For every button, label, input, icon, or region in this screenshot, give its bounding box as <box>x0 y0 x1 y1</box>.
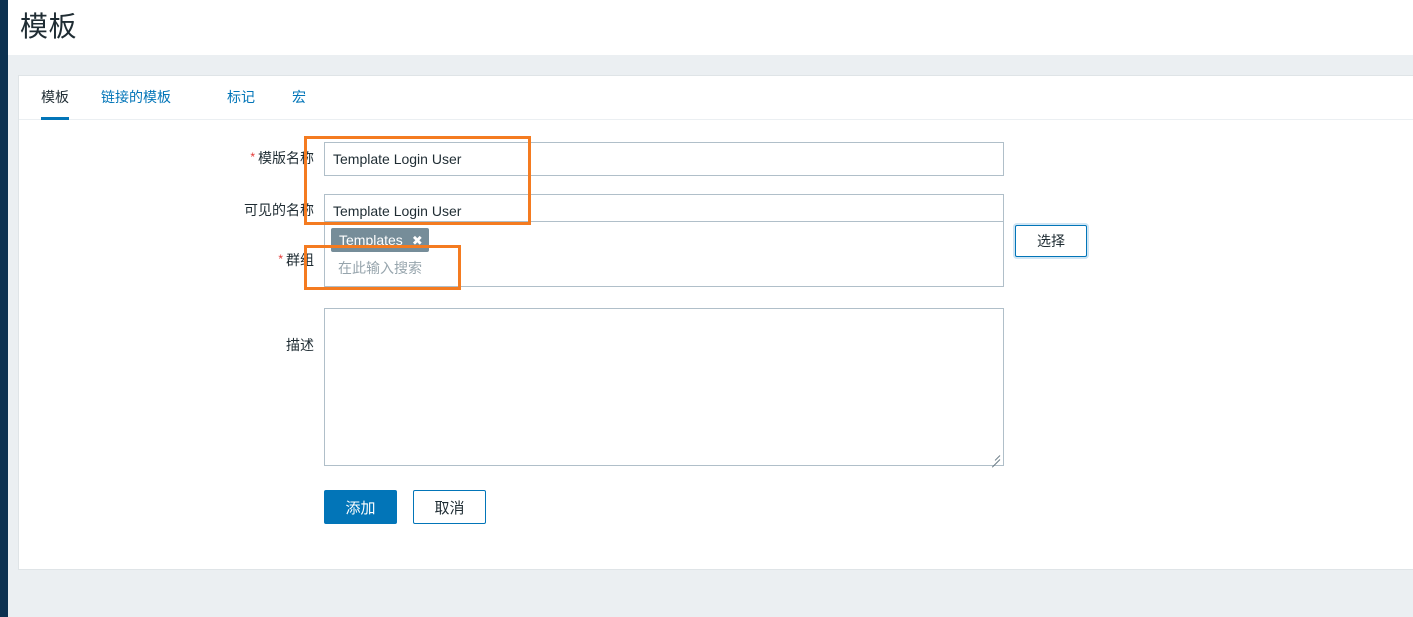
groups-multiselect[interactable]: Templates ✖ 在此输入搜索 <box>324 221 1004 287</box>
required-asterisk-template-name: * <box>250 150 255 164</box>
template-name-input[interactable] <box>324 142 1004 176</box>
tab-bar: 模板 链接的模板 标记 宏 <box>19 76 1413 120</box>
groups-label: * 群组 <box>278 252 314 268</box>
close-icon[interactable]: ✖ <box>412 234 423 247</box>
cancel-button[interactable]: 取消 <box>413 490 486 524</box>
tab-linked-templates[interactable]: 链接的模板 <box>101 87 171 117</box>
group-chip-label: Templates <box>339 232 403 248</box>
template-form-card: 模板 链接的模板 标记 宏 *模版名称 可见的名称 *群组 Templates … <box>18 75 1413 570</box>
required-asterisk-groups: * <box>278 252 283 266</box>
description-label: 描述 <box>286 337 314 353</box>
sidebar-rail <box>0 0 8 617</box>
submit-button[interactable]: 添加 <box>324 490 397 524</box>
group-chip-templates[interactable]: Templates ✖ <box>331 228 429 252</box>
visible-name-label: 可见的名称 <box>244 202 314 218</box>
template-name-label: * 模版名称 <box>250 150 314 166</box>
page-title: 模板 <box>20 11 78 42</box>
tab-tags[interactable]: 标记 <box>227 87 255 117</box>
page-container: 模板 模板 链接的模板 标记 宏 *模版名称 可见的名称 *群组 Te <box>8 0 1413 617</box>
tab-macros[interactable]: 宏 <box>292 87 306 117</box>
description-textarea[interactable] <box>324 308 1004 466</box>
groups-search-placeholder: 在此输入搜索 <box>338 260 422 276</box>
select-groups-button[interactable]: 选择 <box>1015 225 1087 257</box>
page-header: 模板 <box>8 0 1413 55</box>
tab-template[interactable]: 模板 <box>41 87 69 120</box>
header-separator <box>8 55 1413 75</box>
